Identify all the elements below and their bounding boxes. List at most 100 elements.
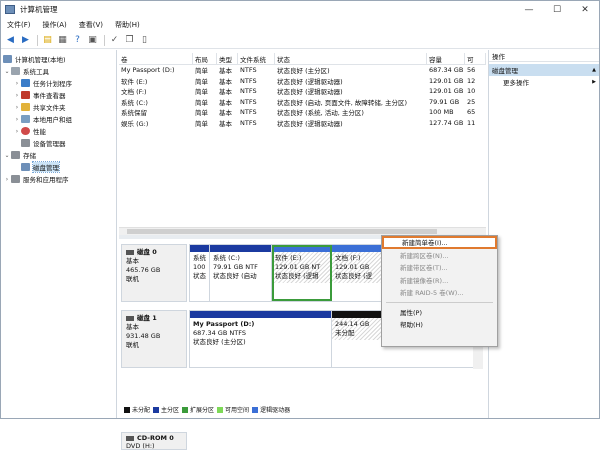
close-button[interactable]: ✕	[571, 1, 599, 18]
more-actions-label: 更多操作	[503, 79, 529, 87]
partition-system-reserved[interactable]: 系统 100 状态	[190, 245, 210, 301]
page-icon[interactable]: ▯	[138, 34, 151, 46]
main-pane: 卷 布局 类型 文件系统 状态 容量 可 My Passport (D:) 简单基…	[119, 50, 486, 450]
expand-arrow-icon[interactable]: ›	[3, 176, 11, 183]
table-row[interactable]: 系统 (C:) 简单 基本 NTFS 状态良好 (启动, 页面文件, 故障转储, 主分区…	[119, 97, 486, 108]
col-volume[interactable]: 卷	[119, 53, 193, 64]
expand-arrow-icon[interactable]: ›	[13, 92, 21, 99]
disk-0-info[interactable]: 磁盘 0 基本 465.76 GB 联机	[121, 244, 187, 302]
table-row[interactable]: 文档 (F:) 简单 基本 NTFS 状态良好 (逻辑驱动器) 129.01 GB 10	[119, 86, 486, 97]
minimize-button[interactable]: —	[515, 1, 543, 18]
menu-action[interactable]: 操作(A)	[37, 20, 73, 30]
menu-view[interactable]: 查看(V)	[73, 20, 109, 30]
table-cell: 文档 (F:)	[121, 88, 147, 97]
submenu-arrow-icon: ▶	[592, 79, 596, 85]
view-icon[interactable]: ▣	[86, 34, 99, 46]
table-cell: NTFS	[240, 108, 257, 117]
collapse-arrow-icon[interactable]: ⌄	[3, 68, 11, 75]
tree-disk-management[interactable]: 磁盘管理	[1, 161, 116, 173]
table-cell: 简单	[195, 119, 208, 128]
table-cell: 基本	[219, 77, 232, 86]
menu-file[interactable]: 文件(F)	[1, 20, 37, 30]
disk-1-info[interactable]: 磁盘 1 基本 931.48 GB 联机	[121, 310, 187, 368]
tree-services-apps[interactable]: › 服务和应用程序	[1, 173, 116, 185]
col-type[interactable]: 类型	[217, 53, 238, 64]
col-status[interactable]: 状态	[275, 53, 427, 64]
table-row[interactable]: My Passport (D:) 简单 基本 NTFS 状态良好 (主分区) 687.34…	[119, 65, 486, 76]
cdrom-name: CD-ROM 0	[137, 434, 174, 442]
help-icon[interactable]: ?	[71, 34, 84, 46]
forward-arrow-icon[interactable]: ▶	[19, 34, 32, 46]
menu-new-mirrored-volume[interactable]: 新建镜像卷(R)...	[382, 274, 497, 287]
disk-1-size: 931.48 GB	[126, 332, 161, 340]
back-arrow-icon[interactable]: ◀	[4, 34, 17, 46]
col-free[interactable]: 可	[465, 53, 486, 64]
tree-event-viewer[interactable]: › 事件查看器	[1, 89, 116, 101]
more-actions-item[interactable]: 更多操作 ▶	[489, 76, 599, 88]
legend-swatch	[182, 406, 189, 413]
expand-arrow-icon[interactable]: ›	[13, 128, 21, 135]
table-cell: 12	[467, 76, 476, 85]
checkmark-icon[interactable]: ✓	[108, 34, 121, 46]
horizontal-scrollbar[interactable]	[119, 227, 486, 235]
table-row[interactable]: 娱乐 (G:) 简单 基本 NTFS 状态良好 (逻辑驱动器) 127.74 GB 11	[119, 118, 486, 129]
menu-separator	[386, 301, 493, 303]
table-cell: 687.34 GB	[429, 66, 464, 75]
legend-label: 未分配	[132, 407, 151, 414]
table-cell: 简单	[195, 67, 208, 76]
table-row[interactable]: 系统保留 简单 基本 NTFS 状态良好 (系统, 活动, 主分区) 100 MB 65	[119, 107, 486, 118]
partition-label: 软件 (E:)	[275, 254, 302, 262]
table-cell: 软件 (E:)	[121, 77, 148, 86]
scroll-thumb[interactable]	[127, 229, 437, 234]
tree-local-users[interactable]: › 本地用户和组	[1, 113, 116, 125]
col-filesystem[interactable]: 文件系统	[238, 53, 275, 64]
tree-root[interactable]: 计算机管理(本地)	[1, 53, 116, 65]
collapse-up-icon[interactable]: ▲	[592, 67, 596, 73]
table-cell: 10	[467, 87, 476, 96]
menu-help[interactable]: 帮助(H)	[109, 20, 146, 30]
expand-arrow-icon[interactable]: ›	[13, 104, 21, 111]
table-cell: 基本	[219, 98, 232, 107]
partition-label: 系统 (C:)	[213, 254, 240, 262]
menu-help[interactable]: 帮助(H)	[382, 318, 497, 331]
table-cell: NTFS	[240, 97, 257, 106]
clock-icon	[21, 79, 30, 87]
expand-arrow-icon[interactable]: ›	[13, 116, 21, 123]
col-layout[interactable]: 布局	[193, 53, 217, 64]
maximize-button[interactable]: ☐	[543, 1, 571, 18]
collapse-arrow-icon[interactable]: ⌄	[3, 152, 11, 159]
legend-label: 逻辑驱动器	[260, 407, 291, 414]
actions-section-disk-management[interactable]: 磁盘管理 ▲	[489, 64, 599, 76]
tree-storage[interactable]: ⌄ 存储	[1, 149, 116, 161]
window-title: 计算机管理	[20, 5, 58, 14]
tree-task-scheduler[interactable]: › 任务计划程序	[1, 77, 116, 89]
table-cell: 100 MB	[429, 108, 454, 117]
properties-icon[interactable]: ▦	[56, 34, 69, 46]
tree-device-manager[interactable]: 设备管理器	[1, 137, 116, 149]
copy-icon[interactable]: ❐	[123, 34, 136, 46]
folder-icon[interactable]: ▤	[41, 34, 54, 46]
menu-new-raid5-volume[interactable]: 新建 RAID-5 卷(W)...	[382, 286, 497, 299]
partition-e[interactable]: 软件 (E:) 129.01 GB NT 状态良好 (逻辑	[272, 245, 332, 301]
partition-c[interactable]: 系统 (C:) 79.91 GB NTF 状态良好 (启动	[210, 245, 272, 301]
cdrom-info[interactable]: CD-ROM 0 DVD (H:)	[121, 432, 187, 450]
table-row[interactable]: 软件 (E:) 简单 基本 NTFS 状态良好 (逻辑驱动器) 129.01 GB 12	[119, 76, 486, 87]
expand-arrow-icon[interactable]: ›	[13, 80, 21, 87]
menu-new-striped-volume[interactable]: 新建带区卷(T)...	[382, 261, 497, 274]
table-cell: 系统保留	[121, 109, 147, 118]
tree-system-tools[interactable]: ⌄ 系统工具	[1, 65, 116, 77]
menu-new-spanned-volume[interactable]: 新建跨区卷(N)...	[382, 249, 497, 262]
menu-new-simple-volume[interactable]: 新建简单卷(I)...	[382, 236, 497, 249]
menu-properties[interactable]: 属性(P)	[382, 306, 497, 319]
actions-header: 操作	[489, 50, 599, 62]
table-cell: 状态良好 (逻辑驱动器)	[277, 88, 343, 97]
tree-performance[interactable]: › 性能	[1, 125, 116, 137]
partition-d[interactable]: My Passport (D:) 687.34 GB NTFS 状态良好 (主分区)	[190, 311, 332, 367]
tree-shared-folders[interactable]: › 共享文件夹	[1, 101, 116, 113]
table-cell: 65	[467, 108, 476, 117]
partition-size: 129.01 GB NT	[275, 263, 321, 271]
col-capacity[interactable]: 容量	[427, 53, 465, 64]
partition-bar	[272, 245, 331, 252]
partition-status: 状态良好 (启动	[213, 272, 257, 280]
table-cell: 娱乐 (G:)	[121, 119, 149, 128]
